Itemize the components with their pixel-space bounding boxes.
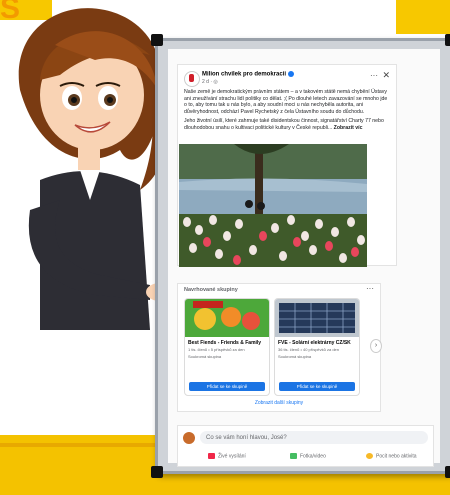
group-card[interactable]: Best Fiends - Friends & Family 1 tis. čl… <box>184 298 270 396</box>
post-meta: 2 d · ◎ <box>202 79 218 85</box>
join-group-button[interactable]: Přidat se ke skupině <box>279 382 355 391</box>
whats-on-your-mind-input[interactable]: Co se vám honí hlavou, José? <box>200 431 428 444</box>
live-video-icon <box>208 453 215 459</box>
verified-badge-icon <box>288 71 295 77</box>
post-photo[interactable] <box>179 144 367 267</box>
group-stats: 1 tis. členů • 5 příspěvků za den <box>188 347 245 352</box>
group-card[interactable]: FVE - Solární elektrárny CZ/SK 36 tis. č… <box>274 298 360 396</box>
live-video-button[interactable]: Živé vysílání <box>208 453 246 459</box>
groups-title: Navrhované skupiny <box>184 287 238 293</box>
group-privacy: Soukromá skupina <box>278 354 312 359</box>
close-icon[interactable]: ✕ <box>382 70 390 81</box>
next-arrow-icon[interactable]: › <box>370 339 382 353</box>
post-text: Naše země je demokratickým právním státe… <box>184 89 390 135</box>
post-paragraph: Jeho životní úsilí, které zahrnuje také … <box>184 118 384 131</box>
more-options-icon[interactable]: ··· <box>370 71 378 80</box>
show-more-groups-link[interactable]: Zobrazit další skupiny <box>178 400 380 406</box>
group-stats: 36 tis. členů • 40 příspěvků za den <box>278 347 339 352</box>
post-paragraph: Naše země je demokratickým právním státe… <box>184 89 388 115</box>
background-shape <box>396 0 450 34</box>
post-header: Milion chvilek pro demokracii 2 d · ◎ ··… <box>184 70 390 87</box>
more-options-icon[interactable]: ··· <box>366 284 374 293</box>
group-cover-image <box>275 299 359 337</box>
group-name[interactable]: Best Fiends - Friends & Family <box>188 340 261 346</box>
group-privacy: Soukromá skupina <box>188 354 222 359</box>
photo-video-button[interactable]: Fotka/video <box>290 453 326 459</box>
see-more-link[interactable]: Zobrazit víc <box>334 125 363 131</box>
avatar[interactable] <box>183 432 195 444</box>
smiley-icon <box>366 453 373 459</box>
globe-icon: ◎ <box>213 79 218 85</box>
page-name[interactable]: Milion chvilek pro demokracii <box>202 71 295 78</box>
photo-icon <box>290 453 297 459</box>
group-name[interactable]: FVE - Solární elektrárny CZ/SK <box>278 340 351 346</box>
board-corner <box>151 466 163 478</box>
composer-actions: Živé vysílání Fotka/video Pocit nebo akt… <box>178 453 433 463</box>
post-composer: Co se vám honí hlavou, José? Živé vysílá… <box>177 425 434 467</box>
feeling-activity-button[interactable]: Pocit nebo aktivita <box>366 453 417 459</box>
board-corner <box>445 466 450 478</box>
suggested-groups: Navrhované skupiny ··· Best Fiends - Fri… <box>177 283 382 412</box>
board-corner <box>445 34 450 46</box>
join-group-button[interactable]: Přidat se ke skupině <box>189 382 265 391</box>
board-corner <box>151 34 163 46</box>
page-avatar[interactable] <box>184 71 200 87</box>
group-cover-image <box>185 299 269 337</box>
